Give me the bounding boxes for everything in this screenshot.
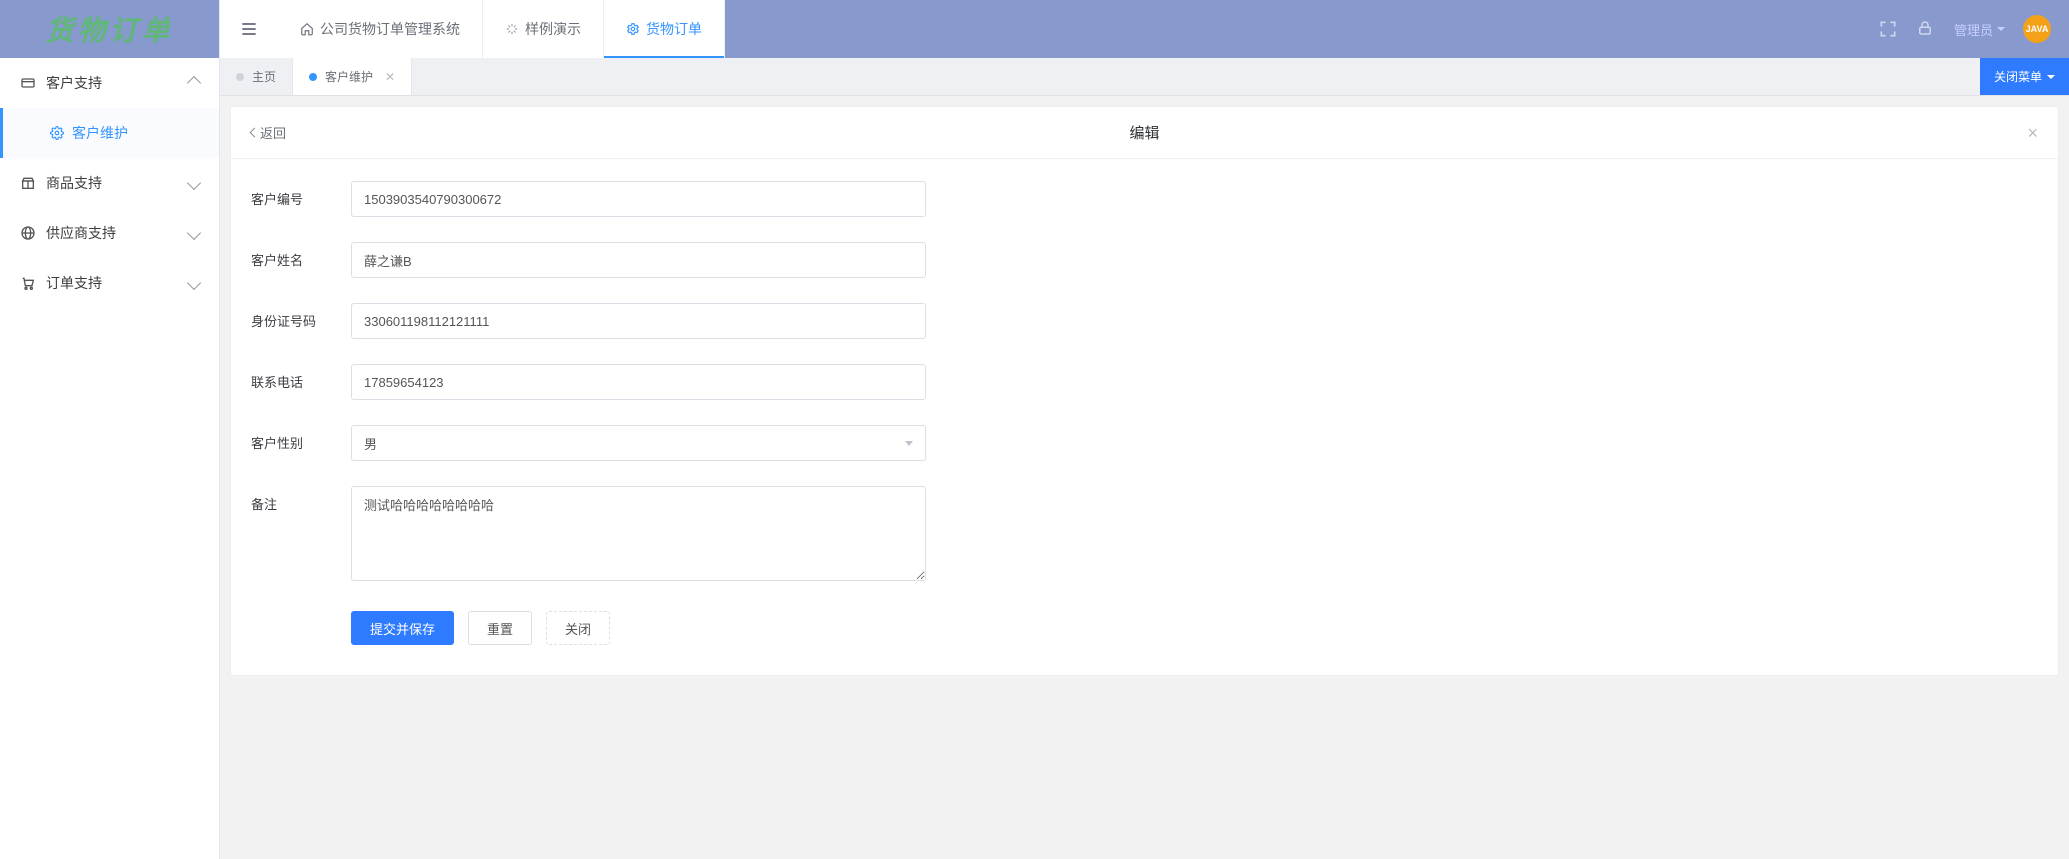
avatar-text: JAVA xyxy=(2026,24,2049,34)
topbar: 公司货物订单管理系统 样例演示 货物订单 xyxy=(220,0,2069,58)
chevron-left-icon xyxy=(250,128,260,138)
sidebar-item-supplier-support[interactable]: 供应商支持 xyxy=(0,208,219,258)
sidebar-item-label: 订单支持 xyxy=(46,273,102,293)
submit-button[interactable]: 提交并保存 xyxy=(351,611,454,645)
select-gender[interactable]: 男 xyxy=(351,425,926,461)
input-customer-name[interactable] xyxy=(351,242,926,278)
back-button[interactable]: 返回 xyxy=(251,123,286,142)
sidebar-subitem-customer-maintain[interactable]: 客户维护 xyxy=(0,108,219,158)
nav-item-goods-orders[interactable]: 货物订单 xyxy=(604,0,725,58)
gift-icon xyxy=(20,175,36,191)
chevron-down-icon xyxy=(2047,75,2055,79)
sidebar: 货物订单 客户支持 客户维护 xyxy=(0,0,220,859)
select-gender-value: 男 xyxy=(364,434,377,453)
dot-icon xyxy=(309,73,317,81)
avatar[interactable]: JAVA xyxy=(2023,15,2051,43)
label-customer-name: 客户姓名 xyxy=(251,242,351,269)
gear-icon xyxy=(626,22,640,36)
customer-form: 客户编号 客户姓名 身份证号码 xyxy=(231,159,2058,675)
gear-icon xyxy=(50,126,64,140)
tab-close-icon[interactable]: ✕ xyxy=(385,70,395,84)
sidebar-item-order-support[interactable]: 订单支持 xyxy=(0,258,219,308)
chevron-down-icon xyxy=(905,441,913,446)
label-phone: 联系电话 xyxy=(251,364,351,391)
dot-icon xyxy=(236,73,244,81)
chevron-up-icon xyxy=(187,76,201,90)
topbar-right: 管理员 JAVA xyxy=(1878,0,2069,58)
panel-close-button[interactable]: × xyxy=(2027,124,2038,142)
tab-customer-maintain[interactable]: 客户维护 ✕ xyxy=(293,58,412,95)
close-tabs-menu-button[interactable]: 关闭菜单 xyxy=(1980,58,2069,95)
sidebar-item-product-support[interactable]: 商品支持 xyxy=(0,158,219,208)
nav-item-label: 样例演示 xyxy=(525,19,581,39)
lock-icon[interactable] xyxy=(1916,19,1936,39)
chevron-down-icon xyxy=(187,276,201,290)
label-customer-code: 客户编号 xyxy=(251,181,351,208)
sidebar-item-label: 供应商支持 xyxy=(46,223,116,243)
panel-title: 编辑 xyxy=(1129,122,1159,143)
chevron-down-icon xyxy=(187,226,201,240)
tab-label: 主页 xyxy=(252,68,276,85)
back-label: 返回 xyxy=(260,123,286,142)
input-customer-code[interactable] xyxy=(351,181,926,217)
form-actions: 提交并保存 重置 关闭 xyxy=(251,611,2038,645)
sidebar-item-label: 客户支持 xyxy=(46,73,102,93)
textarea-remark[interactable] xyxy=(351,486,926,581)
input-phone[interactable] xyxy=(351,364,926,400)
sidebar-submenu-customer: 客户维护 xyxy=(0,108,219,158)
close-menu-label: 关闭菜单 xyxy=(1994,68,2042,85)
sidebar-toggle-button[interactable] xyxy=(220,0,278,58)
sidebar-subitem-label: 客户维护 xyxy=(72,123,128,143)
user-label: 管理员 xyxy=(1954,20,1993,39)
reset-button[interactable]: 重置 xyxy=(468,611,532,645)
sidebar-item-label: 商品支持 xyxy=(46,173,102,193)
sparkle-icon xyxy=(505,22,519,36)
chevron-down-icon xyxy=(1997,27,2005,31)
top-nav: 公司货物订单管理系统 样例演示 货物订单 xyxy=(278,0,725,58)
nav-item-demo[interactable]: 样例演示 xyxy=(483,0,604,58)
fullscreen-icon[interactable] xyxy=(1878,19,1898,39)
app-logo-text: 货物订单 xyxy=(45,9,173,49)
edit-panel: 返回 编辑 × 客户编号 客户姓名 xyxy=(230,106,2059,676)
chevron-down-icon xyxy=(187,176,201,190)
sidebar-menu: 客户支持 客户维护 商品支持 xyxy=(0,58,219,308)
nav-item-label: 公司货物订单管理系统 xyxy=(320,19,460,39)
card-icon xyxy=(20,75,36,91)
home-icon xyxy=(300,22,314,36)
label-idcard: 身份证号码 xyxy=(251,303,351,330)
main-area: 公司货物订单管理系统 样例演示 货物订单 xyxy=(220,0,2069,859)
close-button[interactable]: 关闭 xyxy=(546,611,610,645)
app-logo: 货物订单 xyxy=(0,0,219,58)
cart-icon xyxy=(20,275,36,291)
nav-item-label: 货物订单 xyxy=(646,19,702,39)
label-gender: 客户性别 xyxy=(251,425,351,452)
label-remark: 备注 xyxy=(251,486,351,513)
panel-header: 返回 编辑 × xyxy=(231,107,2058,159)
tab-home[interactable]: 主页 xyxy=(220,58,293,95)
input-idcard[interactable] xyxy=(351,303,926,339)
globe-icon xyxy=(20,225,36,241)
nav-item-system[interactable]: 公司货物订单管理系统 xyxy=(278,0,483,58)
user-menu[interactable]: 管理员 xyxy=(1954,20,2005,39)
tabstrip: 主页 客户维护 ✕ 关闭菜单 xyxy=(220,58,2069,96)
workarea: 返回 编辑 × 客户编号 客户姓名 xyxy=(220,96,2069,859)
tab-label: 客户维护 xyxy=(325,68,373,85)
sidebar-item-customer-support[interactable]: 客户支持 xyxy=(0,58,219,108)
